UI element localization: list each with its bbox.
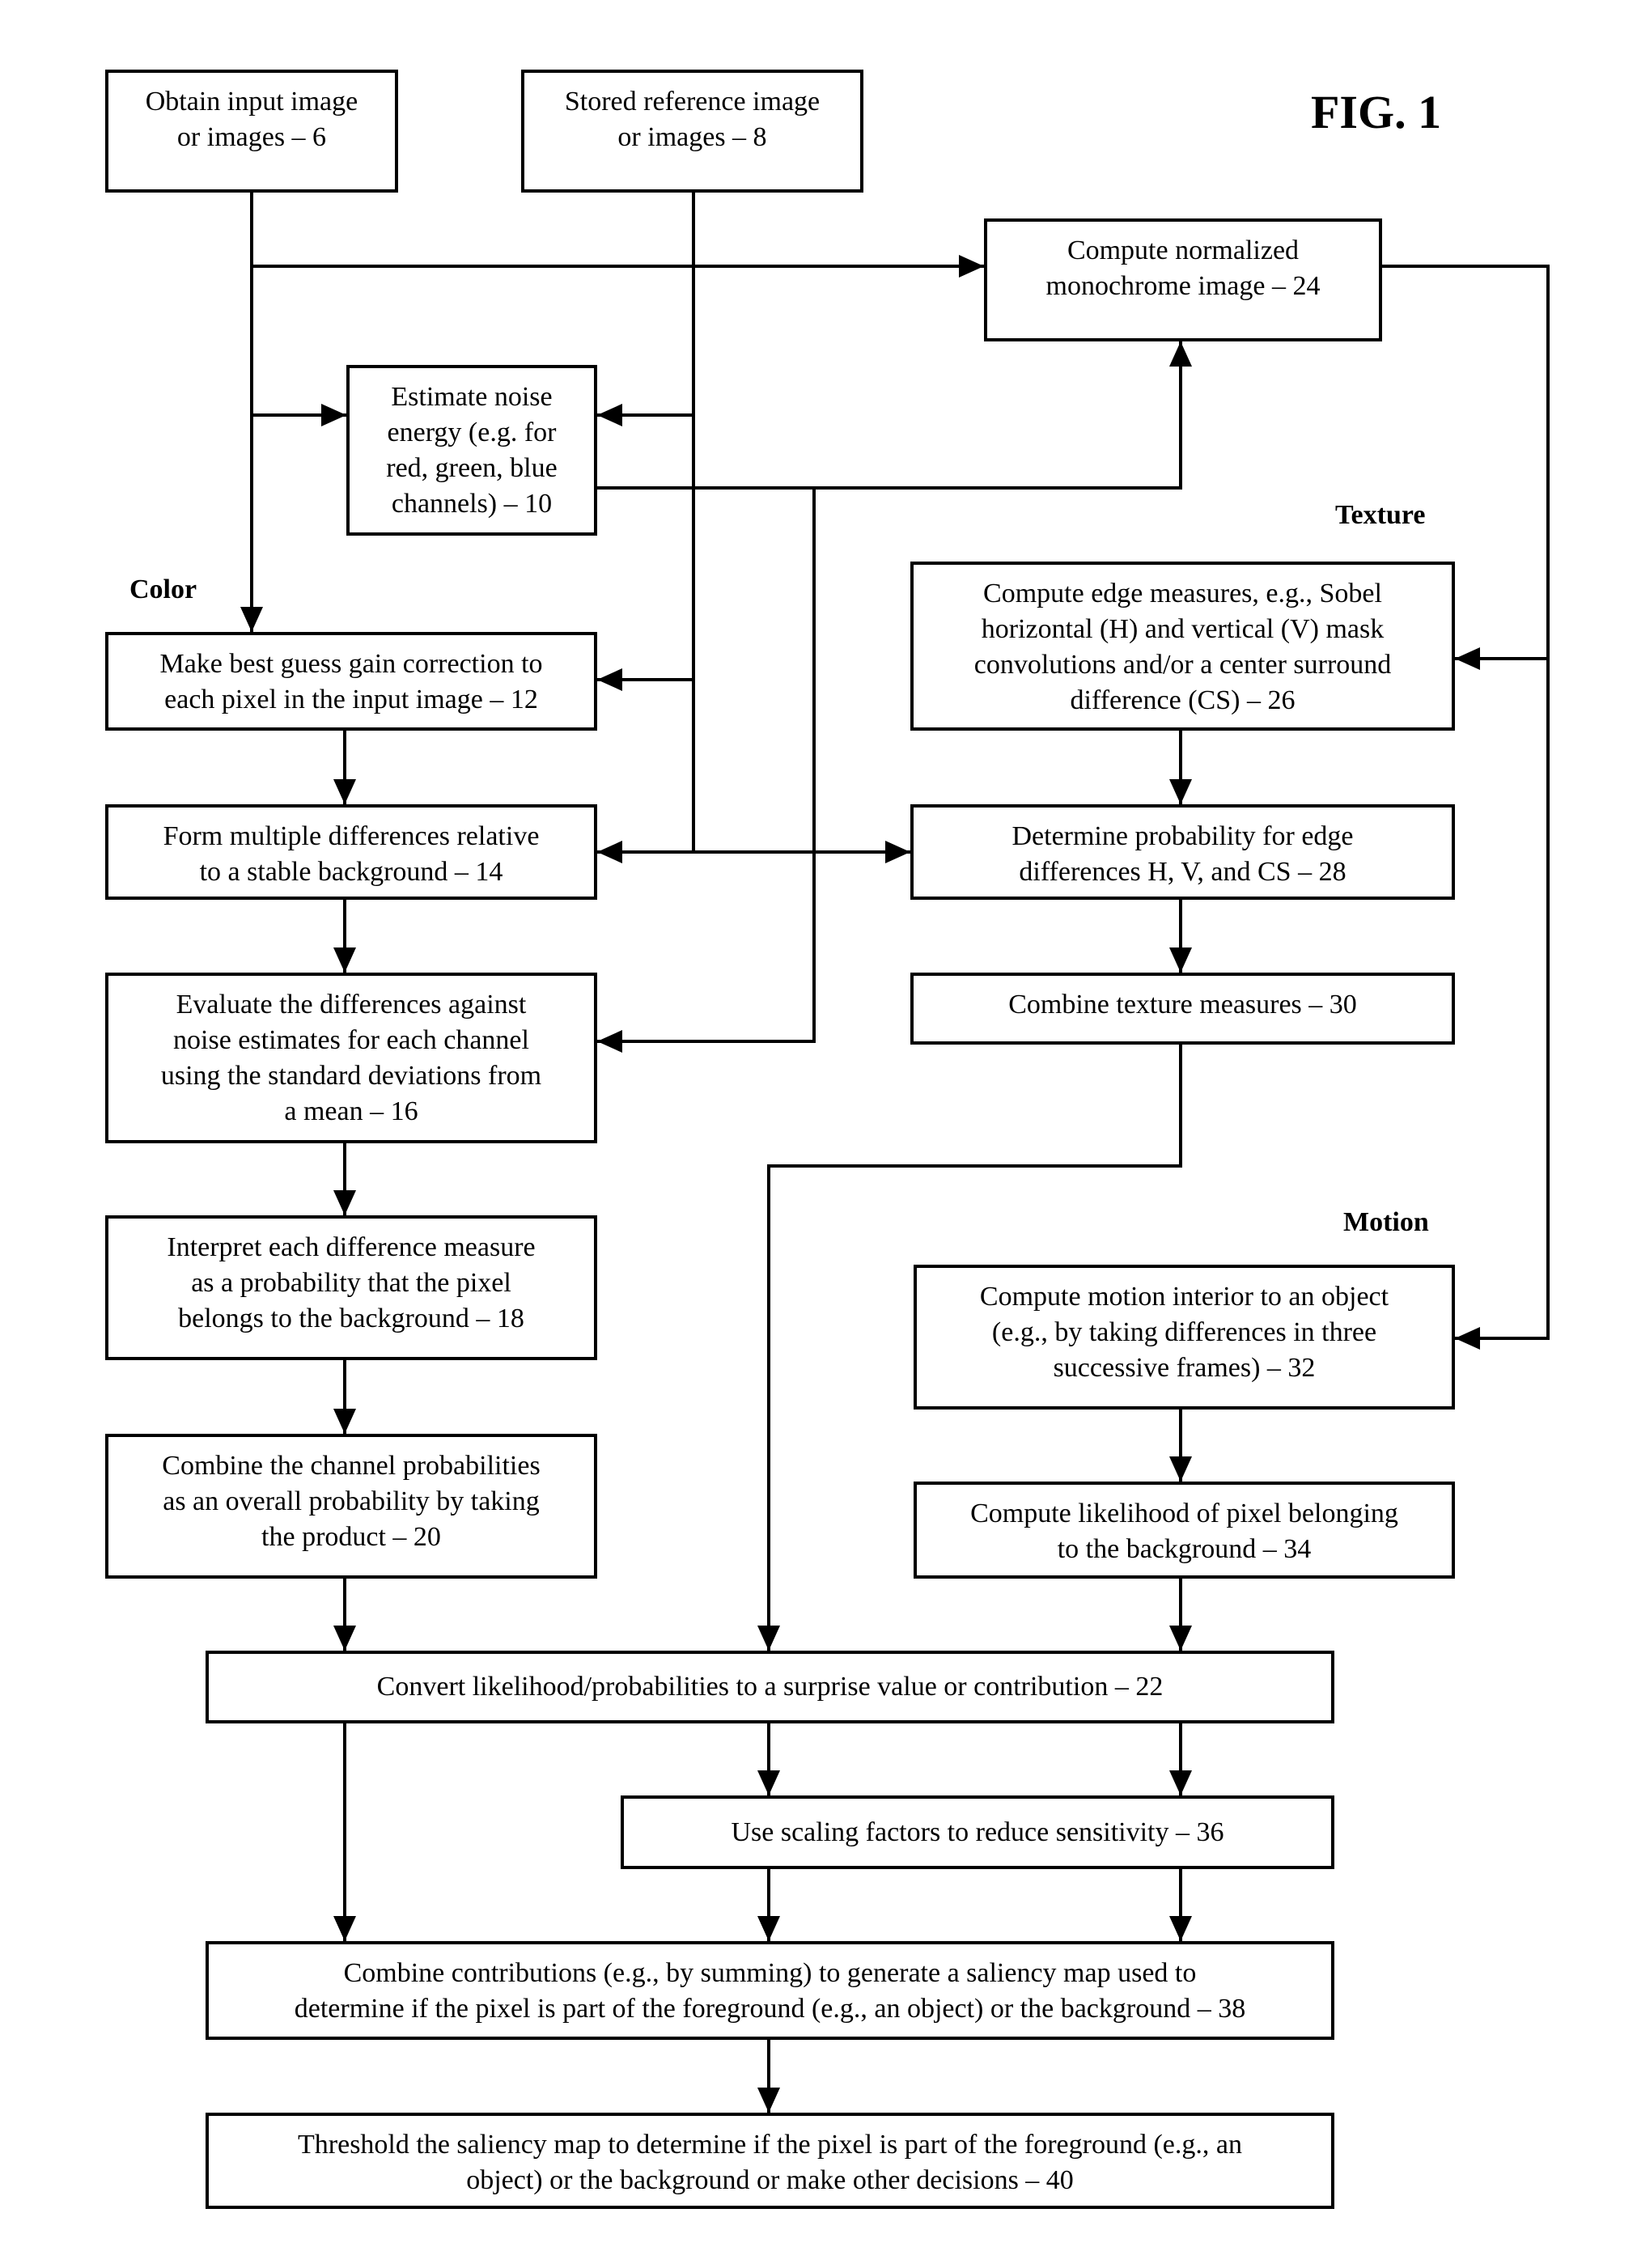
step-40-threshold: Threshold the saliency map to determine … [206, 2113, 1334, 2209]
arrowhead-icon [597, 1030, 622, 1053]
step-text: Form multiple differences relative to a … [163, 821, 540, 887]
step-text: Obtain input image or images – 6 [145, 87, 358, 152]
step-18-interpret-difference: Interpret each difference measure as a p… [105, 1215, 597, 1360]
arrowhead-icon [333, 1409, 356, 1434]
figure-title: FIG. 1 [1311, 86, 1442, 138]
section-label-color: Color [129, 574, 197, 604]
step-8-stored-reference: Stored reference image or images – 8 [521, 70, 863, 193]
step-text: Make best guess gain correction to each … [159, 649, 543, 714]
step-28-edge-probability: Determine probability for edge differenc… [910, 804, 1455, 900]
arrowhead-icon [597, 841, 622, 863]
arrowhead-icon [757, 1626, 780, 1651]
arrowhead-icon [757, 1770, 780, 1795]
arrowhead-icon [1455, 1327, 1480, 1350]
step-text: Combine contributions (e.g., by summing)… [294, 1958, 1246, 2024]
step-24-normalized-monochrome: Compute normalized monochrome image – 24 [984, 218, 1382, 341]
step-text: Stored reference image or images – 8 [564, 87, 821, 152]
arrowhead-icon [757, 1916, 780, 1941]
step-text: Threshold the saliency map to determine … [298, 2130, 1242, 2195]
arrowhead-icon [757, 2088, 780, 2113]
arrowhead-icon [597, 404, 622, 426]
section-label-motion: Motion [1343, 1207, 1429, 1237]
step-text: Estimate noise energy (e.g. for red, gre… [386, 382, 558, 519]
step-text: Compute edge measures, e.g., Sobel horiz… [973, 579, 1392, 715]
arrowhead-icon [1169, 341, 1192, 367]
step-22-surprise-value: Convert likelihood/probabilities to a su… [206, 1651, 1334, 1723]
step-32-motion-interior: Compute motion interior to an object (e.… [914, 1265, 1455, 1410]
arrowhead-icon [321, 404, 346, 426]
arrowhead-icon [240, 607, 263, 632]
connector [597, 488, 816, 1043]
step-10-estimate-noise: Estimate noise energy (e.g. for red, gre… [346, 365, 597, 536]
step-6-obtain-input: Obtain input image or images – 6 [105, 70, 398, 193]
step-text: Convert likelihood/probabilities to a su… [376, 1672, 1164, 1702]
arrowhead-icon [1169, 1770, 1192, 1795]
step-text: Compute likelihood of pixel belonging to… [970, 1499, 1398, 1564]
step-text: Evaluate the differences against noise e… [160, 990, 542, 1126]
arrowhead-icon [333, 947, 356, 973]
step-26-edge-measures: Compute edge measures, e.g., Sobel horiz… [910, 562, 1455, 731]
step-36-scaling-factors: Use scaling factors to reduce sensitivit… [621, 1795, 1334, 1869]
step-text: Determine probability for edge differenc… [1011, 821, 1354, 887]
step-16-evaluate-differences: Evaluate the differences against noise e… [105, 973, 597, 1143]
step-30-combine-texture: Combine texture measures – 30 [910, 973, 1455, 1045]
connector [1382, 265, 1550, 1340]
step-text: Compute normalized monochrome image – 24 [1045, 235, 1321, 301]
arrowhead-icon [1169, 779, 1192, 804]
arrowhead-icon [1455, 647, 1480, 670]
step-text: Interpret each difference measure as a p… [167, 1232, 536, 1333]
arrowhead-icon [1169, 1456, 1192, 1482]
arrowhead-icon [597, 668, 622, 691]
arrowhead-icon [1169, 947, 1192, 973]
arrowhead-icon [1169, 1626, 1192, 1651]
arrowhead-icon [1169, 1916, 1192, 1941]
flowchart: FIG. 1 Color Texture Motion Obtain input… [0, 0, 1637, 2268]
arrowhead-icon [885, 841, 910, 863]
arrowhead-icon [333, 1626, 356, 1651]
section-label-texture: Texture [1335, 500, 1426, 530]
step-text: Compute motion interior to an object (e.… [979, 1282, 1389, 1383]
step-34-pixel-likelihood: Compute likelihood of pixel belonging to… [914, 1482, 1455, 1579]
step-20-combine-channel-probabilities: Combine the channel probabilities as an … [105, 1434, 597, 1579]
step-text: Combine the channel probabilities as an … [162, 1451, 541, 1552]
step-38-saliency-map: Combine contributions (e.g., by summing)… [206, 1941, 1334, 2040]
arrowhead-icon [333, 1916, 356, 1941]
arrowhead-icon [959, 255, 984, 278]
step-12-gain-correction: Make best guess gain correction to each … [105, 632, 597, 731]
step-text: Use scaling factors to reduce sensitivit… [731, 1817, 1224, 1847]
step-14-form-differences: Form multiple differences relative to a … [105, 804, 597, 900]
arrowhead-icon [333, 1190, 356, 1215]
step-text: Combine texture measures – 30 [1008, 990, 1357, 1020]
arrowhead-icon [333, 779, 356, 804]
